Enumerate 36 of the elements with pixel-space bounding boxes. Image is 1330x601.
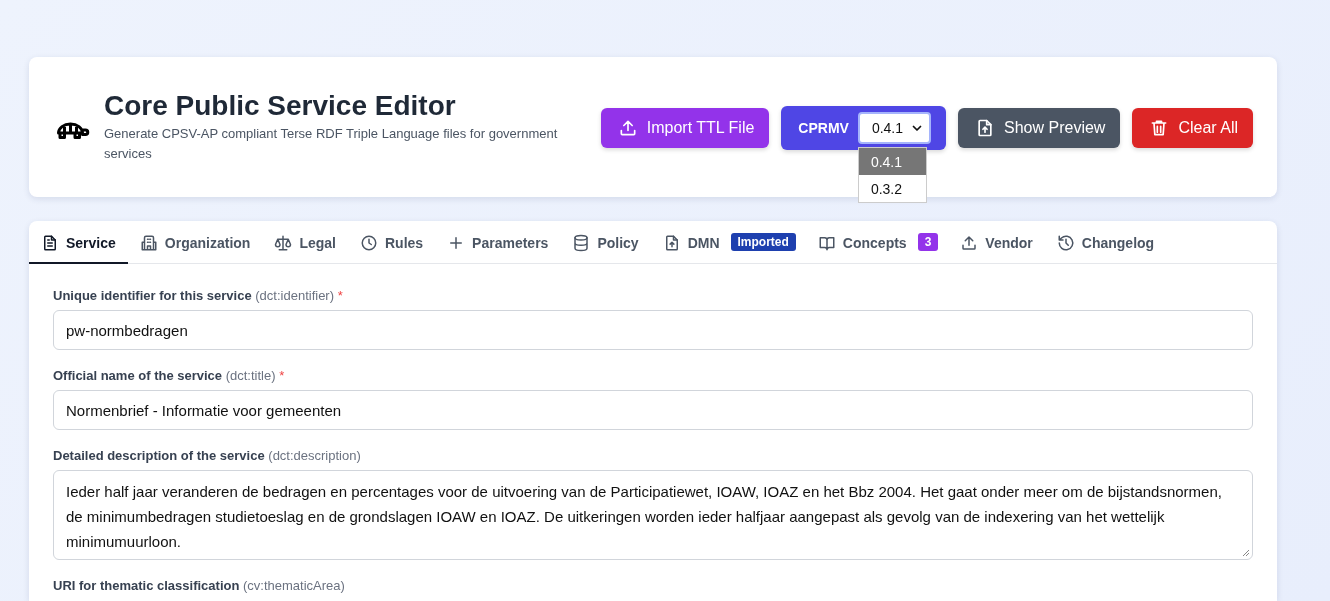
import-button[interactable]: Import TTL File bbox=[600, 108, 770, 148]
field-label: Detailed description of the service (dct:description) bbox=[53, 448, 362, 463]
dropdown-option[interactable]: 0.4.1 bbox=[858, 148, 926, 175]
tab[interactable]: Rules bbox=[347, 221, 436, 264]
resize-grip-icon bbox=[1242, 549, 1250, 557]
version-select[interactable]: 0.4.1 bbox=[857, 112, 932, 144]
tab[interactable]: Service bbox=[29, 221, 128, 264]
input-field[interactable]: Normenbrief - Informatie voor gemeenten bbox=[53, 390, 1253, 430]
tab[interactable]: Parameters bbox=[435, 221, 561, 264]
preview-button[interactable]: Show Preview bbox=[958, 108, 1121, 148]
scale-icon bbox=[274, 233, 293, 252]
text-area-field[interactable]: Ieder half jaar veranderen de bedragen en percentages voor de uitvoering van de Participatiewet, IOAW, IOAZ en het Bbz 2004. Het gaat onder meer om de bijstandsnormen, de minimumbedragen studietoeslag en de grondslagen IOAW en IOAZ. De uitkeringen worden ieder halfjaar aangepast als gevolg van de indexering van het wettelijk minimumuurloon. bbox=[53, 470, 1253, 560]
tab[interactable]: Vendor bbox=[948, 221, 1045, 264]
clock-icon bbox=[359, 233, 378, 252]
tab[interactable]: Policy bbox=[560, 221, 651, 264]
upload-icon bbox=[960, 233, 979, 252]
input-field[interactable]: pw-normbedragen bbox=[53, 310, 1253, 350]
app-title: Core Public Service Editor bbox=[104, 90, 457, 122]
tab[interactable]: Legal bbox=[262, 221, 348, 264]
field-label: URI for thematic classification (cv:thematicArea) bbox=[53, 578, 346, 593]
app-subtitle: Generate CPSV-AP compliant Terse RDF Triple Language files for government services bbox=[104, 125, 559, 163]
tab[interactable]: Concepts bbox=[805, 221, 919, 264]
version-label: CPRMV bbox=[798, 120, 849, 136]
tab[interactable]: Changelog bbox=[1044, 221, 1167, 264]
clear-button[interactable]: Clear All bbox=[1132, 108, 1253, 148]
tab[interactable]: DMN bbox=[650, 221, 732, 264]
document-icon bbox=[41, 233, 59, 252]
field-label: Official name of the service (dct:title) * bbox=[53, 368, 286, 383]
tab-badge: Imported bbox=[730, 233, 796, 251]
tab-badge: 3 bbox=[917, 233, 939, 251]
building-icon bbox=[139, 233, 158, 252]
history-icon bbox=[1056, 233, 1075, 252]
database-icon bbox=[572, 233, 591, 252]
field-label: Unique identifier for this service (dct:identifier) * bbox=[53, 288, 344, 303]
dropdown-option[interactable]: 0.3.2 bbox=[858, 175, 926, 202]
tab[interactable]: Organization bbox=[127, 221, 263, 264]
